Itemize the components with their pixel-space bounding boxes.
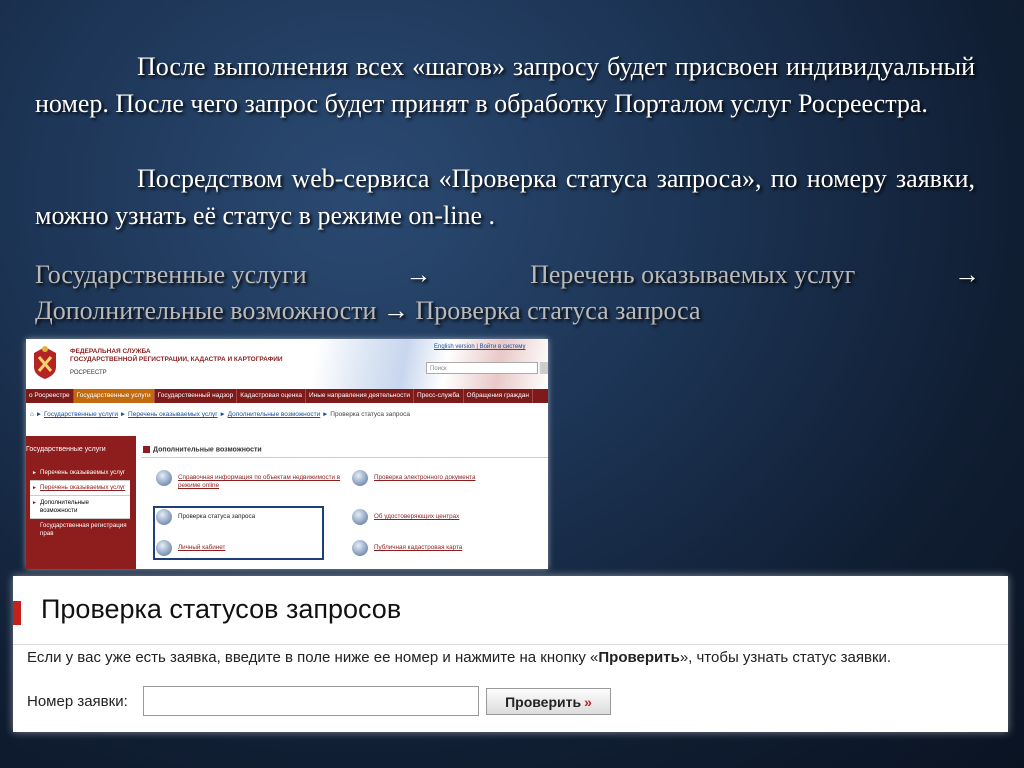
double-chevron-icon: » (584, 693, 592, 710)
description-button-name: Проверить (598, 649, 680, 666)
status-check-panel: Проверка статусов запросов Если у вас уж… (13, 576, 1008, 732)
service-status-check[interactable]: Проверка статуса запроса (156, 509, 308, 525)
navigation-path-line-2: Дополнительные возможности → Проверка ст… (35, 292, 980, 329)
check-button-label: Проверить (505, 693, 582, 710)
breadcrumb-separator: ► (35, 411, 43, 418)
paragraph-text-1: После выполнения всех «шагов» запросу бу… (35, 52, 975, 118)
service-label: Личный кабинет (178, 544, 226, 551)
menu-item-other[interactable]: Иные направления деятельности (306, 389, 414, 403)
navigation-path-line-1: Государственные услуги → Перечень оказыв… (35, 256, 980, 293)
org-line-1: ФЕДЕРАЛЬНАЯ СЛУЖБА (70, 348, 151, 355)
globe-icon (352, 470, 368, 486)
portal-org-name: ФЕДЕРАЛЬНАЯ СЛУЖБА ГОСУДАРСТВЕННОЙ РЕГИС… (70, 348, 283, 364)
breadcrumb-services-list[interactable]: Перечень оказываемых услуг (128, 411, 218, 418)
service-doc-check[interactable]: Проверка электронного документа (352, 470, 534, 486)
breadcrumb-gov-services[interactable]: Государственные услуги (44, 411, 118, 418)
service-label: Проверка статуса запроса (178, 513, 256, 520)
menu-item-supervision[interactable]: Государственный надзор (155, 389, 238, 403)
portal-screenshot: ФЕДЕРАЛЬНАЯ СЛУЖБА ГОСУДАРСТВЕННОЙ РЕГИС… (26, 339, 548, 569)
description-text: Если у вас уже есть заявка, введите в по… (27, 649, 599, 666)
portal-breadcrumb: ⌂ ► Государственные услуги ► Перечень ок… (30, 411, 410, 418)
globe-icon (352, 540, 368, 556)
portal-search-button[interactable] (540, 362, 548, 374)
nav-item-status-check: Проверка статуса запроса (415, 296, 701, 325)
service-label: Об удостоверяющих центрах (374, 513, 460, 520)
service-label: Публичная кадастровая карта (374, 544, 463, 551)
sidebar-item-services-list-sub[interactable]: Перечень оказываемых услуг (30, 481, 130, 496)
sidebar-item-registration[interactable]: Государственная регистрация прав (30, 519, 130, 541)
sidebar-list: Перечень оказываемых услуг Перечень оказ… (30, 466, 130, 541)
application-number-input[interactable] (143, 686, 479, 716)
service-cadastral-map[interactable]: Публичная кадастровая карта (352, 540, 534, 556)
breadcrumb-separator: ► (322, 411, 329, 418)
application-number-label: Номер заявки: (27, 693, 128, 710)
nav-item-services-list: Перечень оказываемых услуг (530, 260, 856, 289)
portal-top-links[interactable]: English version | Войти в систему (434, 344, 525, 350)
paragraph-request-number: После выполнения всех «шагов» запросу бу… (35, 48, 975, 122)
section-divider (141, 457, 548, 458)
org-line-2: ГОСУДАРСТВЕННОЙ РЕГИСТРАЦИИ, КАДАСТРА И … (70, 356, 283, 363)
globe-icon (156, 540, 172, 556)
service-label: Проверка электронного документа (374, 474, 476, 481)
panel-divider (13, 644, 1008, 645)
paragraph-web-service: Посредством web-сервиса «Проверка статус… (35, 160, 975, 234)
title-accent-bar (13, 601, 21, 625)
service-personal-account[interactable]: Личный кабинет (156, 540, 308, 556)
portal-header: ФЕДЕРАЛЬНАЯ СЛУЖБА ГОСУДАРСТВЕННОЙ РЕГИС… (26, 339, 548, 389)
sidebar-item-services-list[interactable]: Перечень оказываемых услуг (30, 466, 130, 481)
breadcrumb-separator: ► (219, 411, 226, 418)
portal-search-input[interactable]: Поиск (426, 362, 538, 374)
globe-icon (156, 470, 172, 486)
globe-icon (156, 509, 172, 525)
service-label: Справочная информация по объектам недвиж… (178, 474, 341, 489)
portal-menu-bar: о Росреестре Государственные услуги Госу… (26, 389, 548, 403)
portal-sidebar: Государственные услуги Перечень оказывае… (26, 436, 136, 569)
nav-item-gov-services: Государственные услуги (35, 260, 307, 289)
menu-item-gov-services[interactable]: Государственные услуги (73, 389, 155, 403)
menu-item-appeals[interactable]: Обращения граждан (464, 389, 533, 403)
home-icon[interactable]: ⌂ (30, 411, 34, 418)
sidebar-item-extra-features[interactable]: Дополнительные возможности (30, 496, 130, 519)
panel-description: Если у вас уже есть заявка, введите в по… (27, 649, 891, 666)
paragraph-text-2: Посредством web-сервиса «Проверка статус… (35, 164, 975, 230)
service-certification-centers[interactable]: Об удостоверяющих центрах (352, 509, 534, 525)
menu-item-about[interactable]: о Росреестре (26, 389, 74, 403)
sidebar-title: Государственные услуги (26, 446, 106, 453)
check-button[interactable]: Проверить» (486, 688, 611, 715)
description-text-end: », чтобы узнать статус заявки. (679, 649, 892, 666)
arrow-right-icon: → (953, 260, 980, 289)
breadcrumb-extra-features[interactable]: Дополнительные возможности (228, 411, 321, 418)
globe-icon (352, 509, 368, 525)
arrow-right-icon: → (405, 260, 432, 289)
nav-item-extra-features: Дополнительные возможности (35, 296, 377, 325)
breadcrumb-current: Проверка статуса запроса (330, 411, 410, 418)
menu-item-press[interactable]: Пресс-служба (414, 389, 464, 403)
breadcrumb-separator: ► (119, 411, 127, 418)
panel-title: Проверка статусов запросов (41, 594, 402, 624)
org-short-name: РОСРЕЕСТР (70, 370, 107, 376)
section-title: Дополнительные возможности (143, 446, 262, 453)
arrow-right-icon: → (382, 296, 409, 325)
menu-item-valuation[interactable]: Кадастровая оценка (237, 389, 306, 403)
coat-of-arms-icon (34, 346, 56, 379)
service-reference-info[interactable]: Справочная информация по объектам недвиж… (156, 470, 350, 490)
